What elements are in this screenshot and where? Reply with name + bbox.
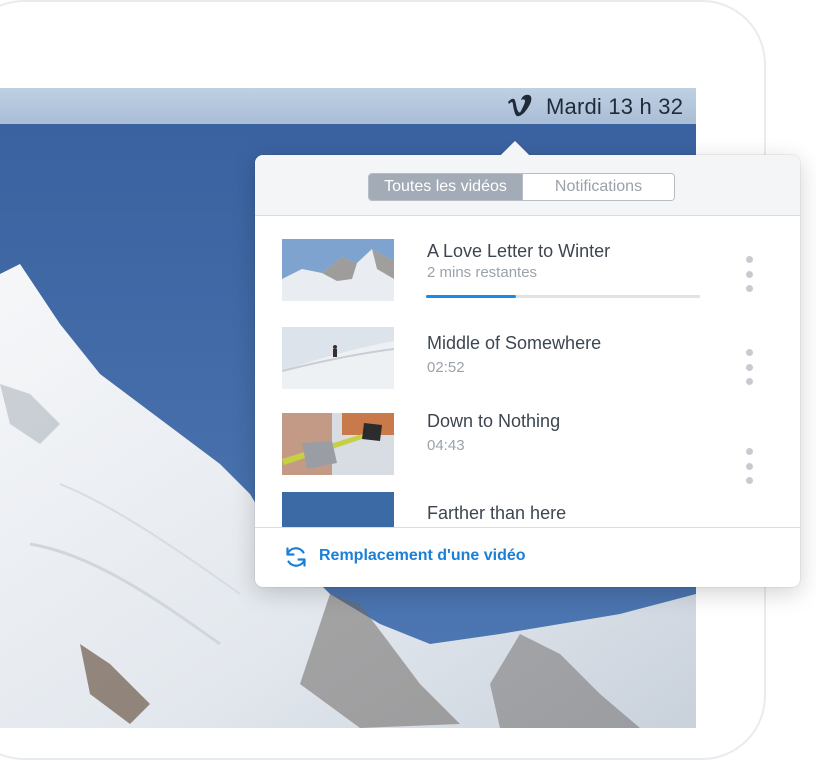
video-title: Farther than here	[427, 503, 567, 523]
more-options-icon[interactable]	[742, 349, 756, 385]
more-options-icon[interactable]	[742, 448, 756, 484]
list-item[interactable]: Down to Nothing 04:43	[255, 400, 800, 492]
video-duration: 02:52	[427, 359, 465, 376]
list-item[interactable]: Farther than here	[255, 492, 800, 527]
vimeo-logo-icon[interactable]	[506, 94, 534, 118]
video-duration: 04:43	[427, 437, 465, 454]
menubar-clock: Mardi 13 h 32	[546, 94, 684, 119]
video-list: A Love Letter to Winter 2 mins restantes…	[255, 216, 800, 527]
popover-footer[interactable]: Remplacement d'une vidéo	[255, 527, 800, 587]
video-thumbnail[interactable]	[282, 492, 394, 527]
video-thumbnail[interactable]	[282, 413, 394, 475]
playback-progress-fill	[426, 295, 517, 298]
vimeo-popover: Toutes les vidéos Notifications A Love L…	[255, 140, 800, 587]
video-thumbnail[interactable]	[282, 239, 394, 301]
refresh-icon[interactable]	[283, 544, 309, 570]
popover-header: Toutes les vidéos Notifications	[255, 155, 800, 216]
tab-notifications[interactable]: Notifications	[522, 174, 674, 200]
more-options-icon[interactable]	[742, 256, 756, 292]
playback-progress-bar	[426, 295, 700, 298]
tab-all-videos[interactable]: Toutes les vidéos	[369, 174, 522, 200]
list-item[interactable]: A Love Letter to Winter 2 mins restantes	[255, 216, 800, 308]
video-title: Middle of Somewhere	[427, 333, 602, 353]
menu-bar: Mardi 13 h 32	[0, 88, 696, 125]
video-filter-tabs: Toutes les vidéos Notifications	[368, 173, 675, 201]
video-title: A Love Letter to Winter	[427, 241, 611, 261]
list-item[interactable]: Middle of Somewhere 02:52	[255, 308, 800, 400]
video-time-remaining: 2 mins restantes	[427, 264, 538, 281]
video-thumbnail[interactable]	[282, 327, 394, 389]
video-title: Down to Nothing	[427, 411, 561, 431]
replacement-video-label[interactable]: Remplacement d'une vidéo	[319, 547, 526, 565]
